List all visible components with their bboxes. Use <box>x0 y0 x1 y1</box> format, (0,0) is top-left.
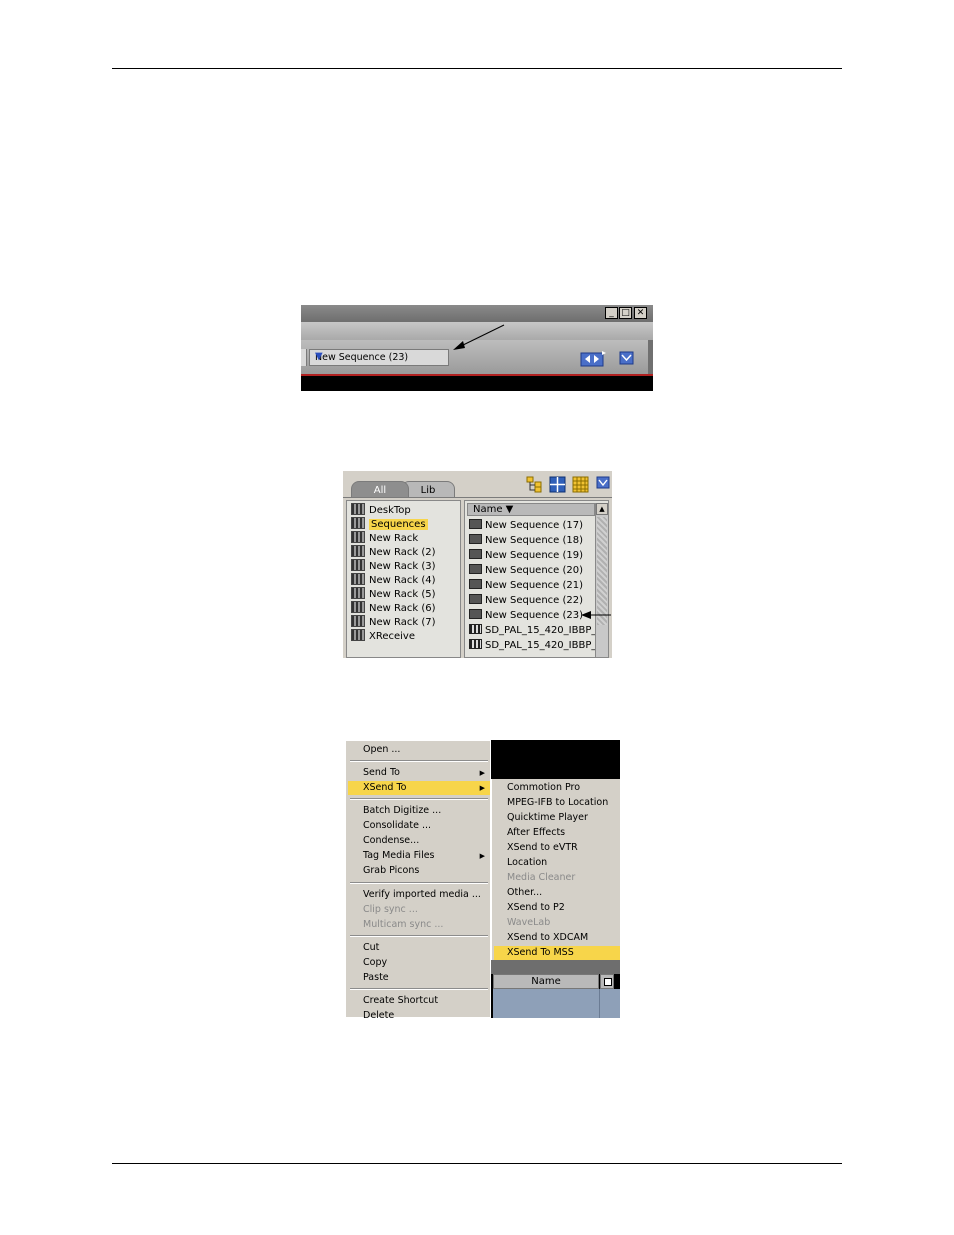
context-menu: Open ... Send To ▶ XSend To ▶ Batch Digiti… <box>345 740 491 1018</box>
menu-item-create-shortcut[interactable]: Create Shortcut <box>348 994 490 1008</box>
callout-arrow <box>581 611 611 619</box>
submenu-item-xsend-to-p2[interactable]: XSend to P2 <box>494 901 620 915</box>
menu-item-delete[interactable]: Delete <box>348 1009 490 1018</box>
submenu-item-quicktime-player[interactable]: Quicktime Player <box>494 811 620 825</box>
context-menu-screenshot: Open ... Send To ▶ XSend To ▶ Batch Digiti… <box>345 740 620 1018</box>
submenu-item-commotion-pro[interactable]: Commotion Pro <box>494 781 620 795</box>
submenu-arrow-icon: ▶ <box>479 784 485 792</box>
menu-item-grab-picons[interactable]: Grab Picons <box>348 864 490 878</box>
submenu-item-mpeg-ifb-to-location[interactable]: MPEG-IFB to Location <box>494 796 620 810</box>
menu-item-consolidate[interactable]: Consolidate ... <box>348 819 490 833</box>
menu-item-copy[interactable]: Copy <box>348 956 490 970</box>
submenu-item-location[interactable]: Location <box>494 856 620 870</box>
callout-arrow <box>453 324 505 350</box>
menu-separator <box>350 935 488 937</box>
submenu-item-xsend-to-xdcam[interactable]: XSend to XDCAM <box>494 931 620 945</box>
menu-item-verify-imported-media[interactable]: Verify imported media ... <box>348 888 490 902</box>
submenu-item-wavelab: WaveLab <box>507 917 551 928</box>
menu-item-cut[interactable]: Cut <box>348 941 490 955</box>
menu-item-batch-digitize[interactable]: Batch Digitize ... <box>348 804 490 818</box>
menu-item-clip-sync: Clip sync ... <box>363 904 418 915</box>
submenu-item-media-cleaner: Media Cleaner <box>507 872 576 883</box>
submenu-item-xsend-to-mss[interactable]: XSend To MSS <box>494 946 620 960</box>
submenu-item-xsend-to-evtr[interactable]: XSend to eVTR <box>494 841 620 855</box>
menu-item-multicam-sync: Multicam sync ... <box>363 919 444 930</box>
menu-item-condense[interactable]: Condense... <box>348 834 490 848</box>
submenu-item-after-effects[interactable]: After Effects <box>494 826 620 840</box>
header-rule <box>112 68 842 69</box>
menu-item-open[interactable]: Open ... <box>348 743 490 757</box>
menu-item-xsend-to[interactable]: XSend To ▶ <box>348 781 490 795</box>
name-column-header[interactable]: Name <box>493 974 599 989</box>
bin-grid-body <box>493 989 620 1018</box>
submenu-arrow-icon: ▶ <box>479 852 485 860</box>
menu-separator <box>350 882 488 884</box>
bin-grid-top <box>491 960 620 974</box>
menu-separator <box>350 760 488 762</box>
menu-item-send-to[interactable]: Send To ▶ <box>348 766 490 780</box>
menu-item-paste[interactable]: Paste <box>348 971 490 985</box>
submenu-item-other[interactable]: Other... <box>494 886 620 900</box>
menu-separator <box>350 988 488 990</box>
menu-separator <box>350 798 488 800</box>
footer-rule <box>112 1163 842 1164</box>
column-options-icon[interactable] <box>600 974 614 989</box>
sequence-window-screenshot: _ □ ✕ New Sequence (23) ▼ <box>301 305 653 391</box>
menu-item-tag-media-files[interactable]: Tag Media Files ▶ <box>348 849 490 863</box>
bin-browser-screenshot: Lib All DeskTop Sequences New Rack New R… <box>343 471 612 658</box>
xsend-submenu: Commotion Pro MPEG-IFB to Location Quick… <box>491 779 620 960</box>
submenu-arrow-icon: ▶ <box>479 769 485 777</box>
